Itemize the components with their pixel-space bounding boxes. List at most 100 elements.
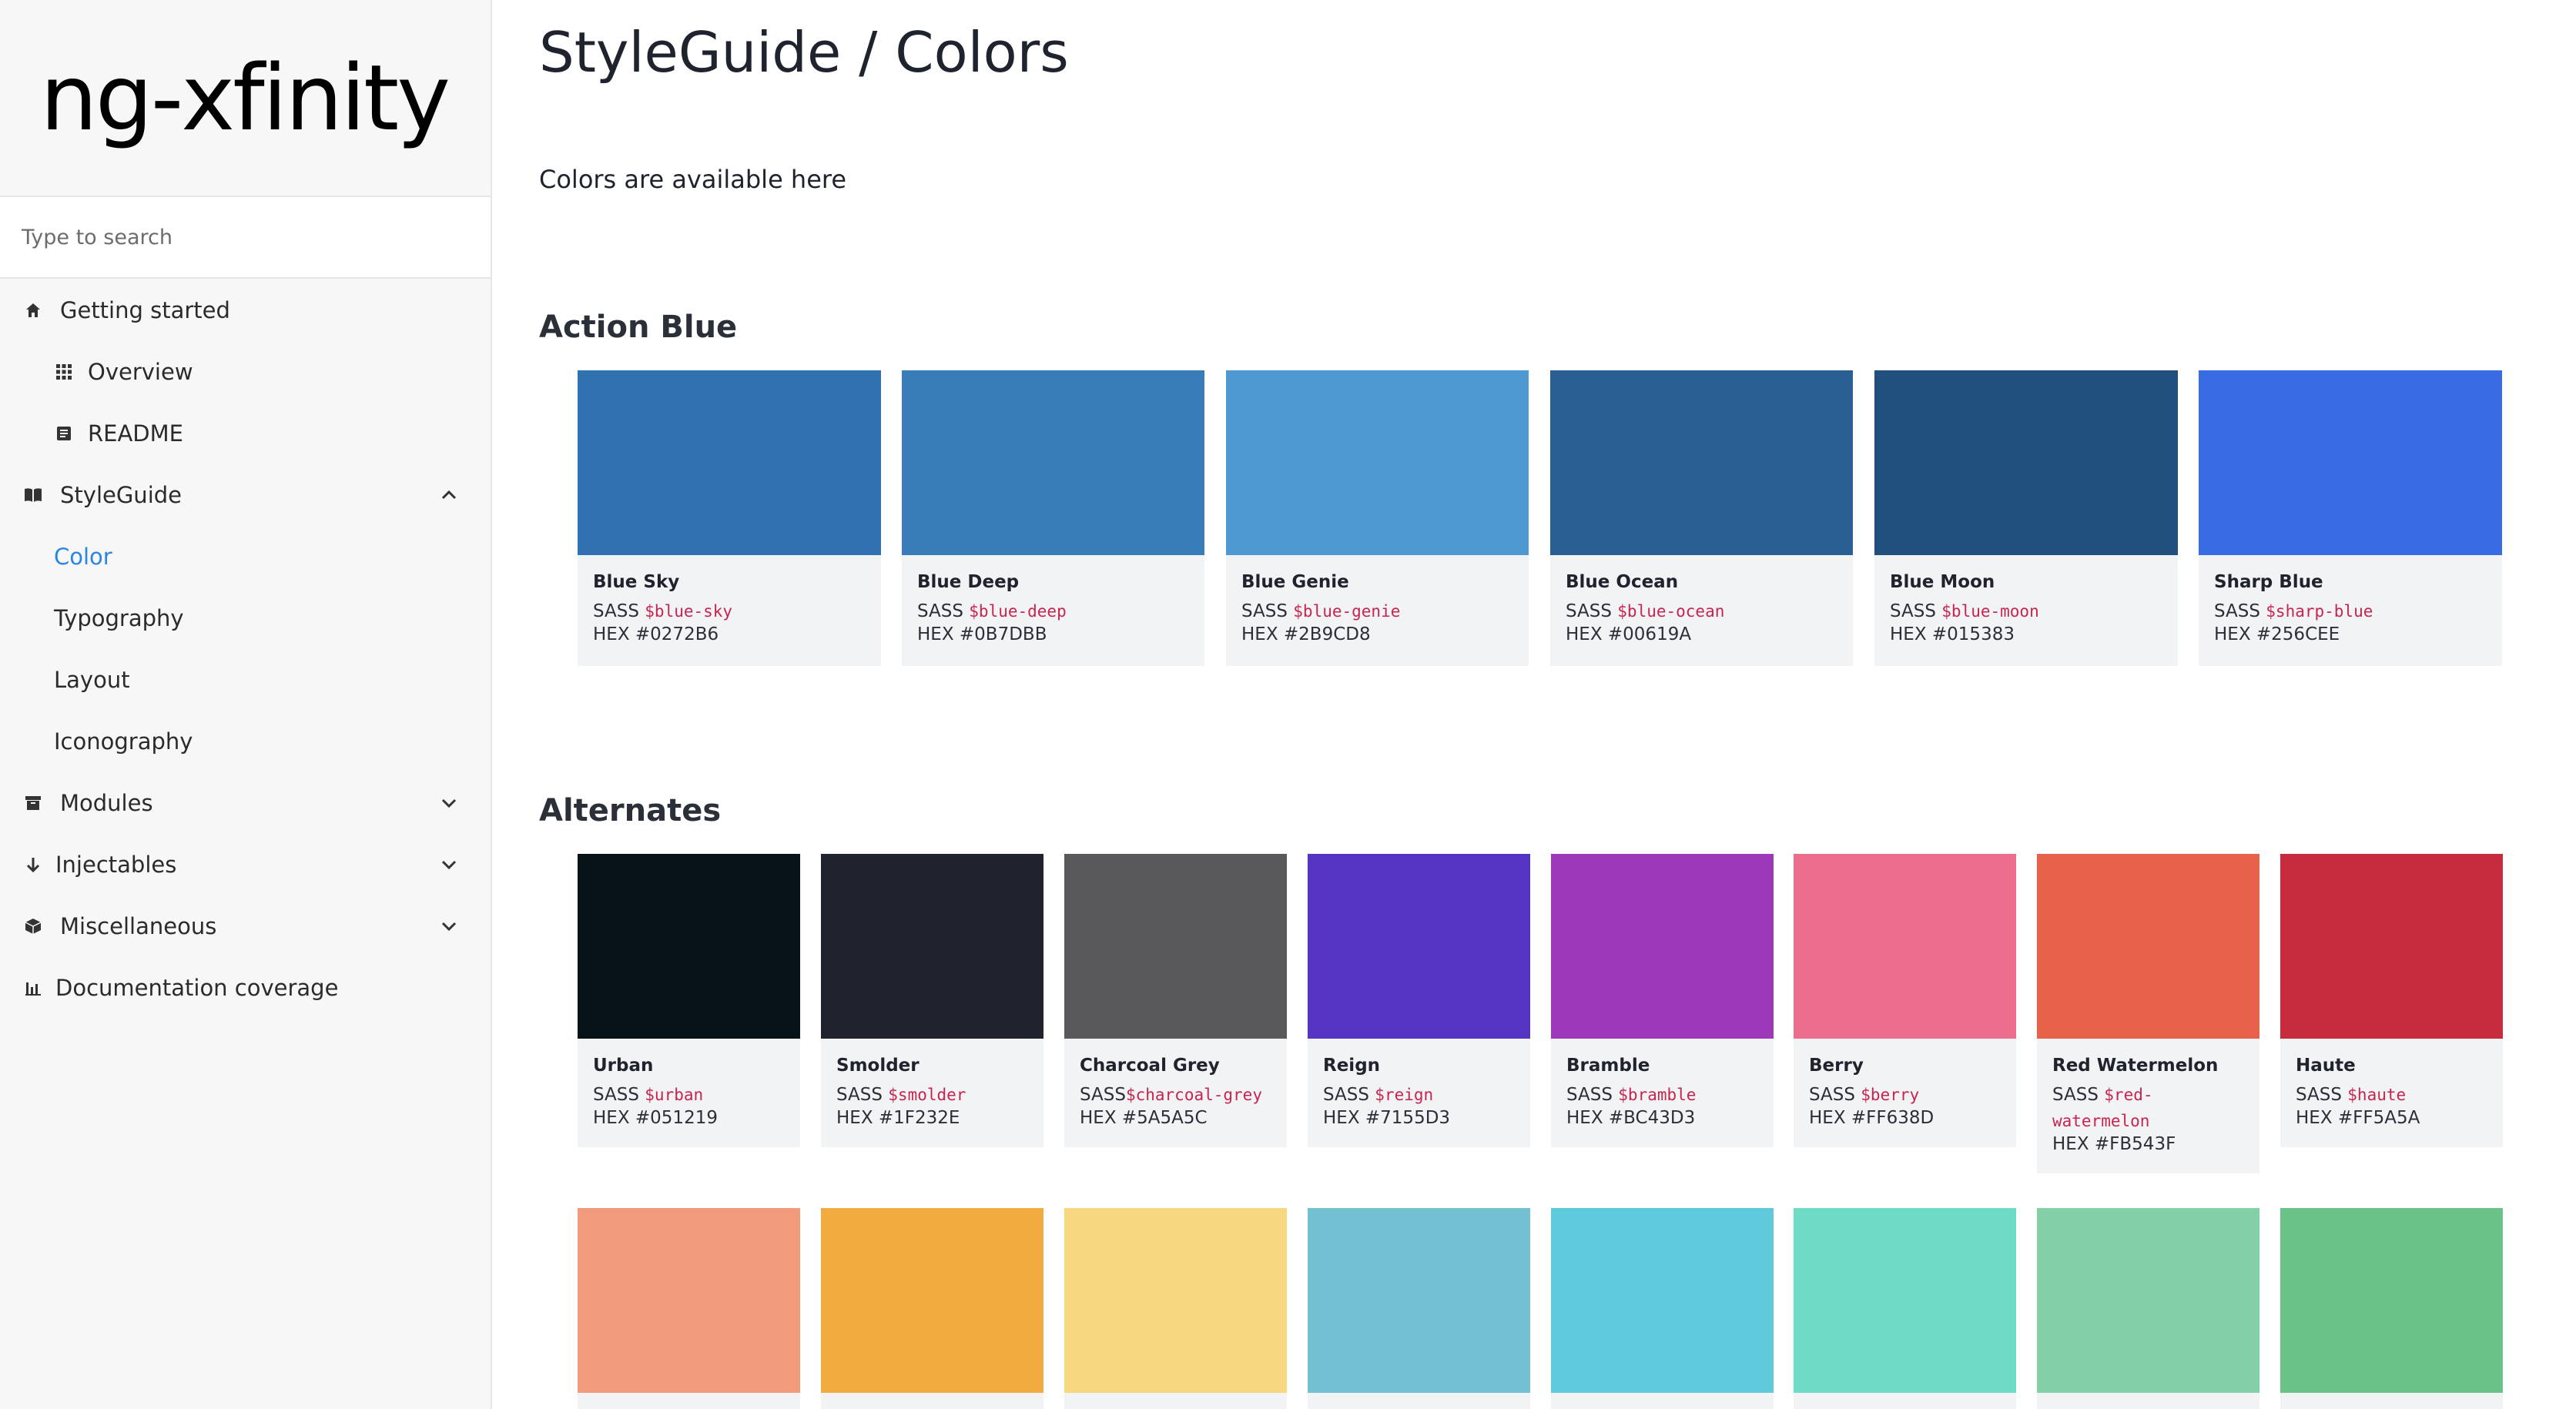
sidebar-item-injectables[interactable]: Injectables [0,842,491,888]
color-hex: HEX #BC43D3 [1566,1108,1696,1128]
color-swatch [1308,1208,1530,1393]
color-card [1551,1208,1774,1409]
color-swatch [2037,854,2259,1039]
color-name: Urban [593,1056,654,1076]
chevron-down-icon[interactable] [438,792,460,814]
color-card [578,1208,800,1409]
color-hex: HEX #00619A [1566,624,1692,644]
color-name: Blue Deep [917,572,1020,592]
color-hex: HEX #015383 [1890,624,2015,644]
home-icon [22,299,45,322]
color-hex: HEX #FF5A5A [2296,1108,2420,1128]
color-hex: HEX #051219 [593,1108,718,1128]
sass-variable: $haute [2347,1086,2407,1104]
sidebar-item-miscellaneous[interactable]: Miscellaneous [0,903,491,949]
sidebar-item-label: Layout [54,667,130,693]
color-card-bramble: Bramble SASS $bramble HEX #BC43D3 [1551,854,1774,1147]
color-swatch [1064,1208,1287,1393]
color-swatch [1550,370,1853,555]
chevron-down-icon[interactable] [438,854,460,875]
color-swatch [1308,854,1530,1039]
color-swatch [1794,1208,2016,1393]
page-title: StyleGuide / Colors [539,20,1069,85]
sidebar-item-modules[interactable]: Modules [0,780,491,826]
color-swatch [2280,854,2503,1039]
color-hex: HEX #1F232E [836,1108,960,1128]
sidebar-item-layout[interactable]: Layout [0,657,491,703]
color-sass: SASS $blue-genie [1241,601,1401,621]
bar-chart-icon [22,976,45,999]
color-sass: SASS $blue-sky [593,601,733,621]
sass-variable: $smolder [888,1086,966,1104]
color-card-reign: Reign SASS $reign HEX #7155D3 [1308,854,1530,1147]
brand-logo[interactable]: ng-xfinity [40,52,451,143]
sidebar-item-readme[interactable]: README [0,410,491,457]
arrow-down-icon [22,853,45,876]
sidebar-item-documentation-coverage[interactable]: Documentation coverage [0,965,491,1011]
sidebar-item-color[interactable]: Color [0,534,491,580]
sidebar-item-label: Color [54,544,112,570]
color-name: Reign [1323,1056,1381,1076]
section-title-alternates: Alternates [539,793,722,828]
sidebar-item-label: Miscellaneous [60,913,217,939]
color-sass: SASS $smolder [836,1085,966,1105]
sidebar-item-iconography[interactable]: Iconography [0,718,491,765]
sidebar-item-overview[interactable]: Overview [0,349,491,395]
color-name: Blue Moon [1890,572,1995,592]
color-swatch [578,854,800,1039]
sass-variable: $urban [645,1086,704,1104]
color-swatch [1874,370,2178,555]
color-card [2280,1208,2503,1409]
sidebar-item-label: Documentation coverage [55,975,339,1001]
color-name: Haute [2296,1056,2356,1076]
color-swatch [2280,1208,2503,1393]
chevron-down-icon[interactable] [438,915,460,937]
color-hex: HEX #0272B6 [593,624,719,644]
color-name: Smolder [836,1056,920,1076]
color-swatch [1551,854,1774,1039]
color-swatch [2037,1208,2259,1393]
color-sass: SASS $red-watermelon [2052,1085,2153,1130]
color-swatch [902,370,1204,555]
sass-variable: $red- [2104,1086,2153,1104]
color-hex: HEX #5A5A5C [1080,1108,1208,1128]
color-sass: SASS $urban [593,1085,704,1105]
color-sass: SASS $blue-ocean [1566,601,1725,621]
sidebar-item-getting-started[interactable]: Getting started [0,287,491,333]
sass-variable: $blue-moon [1941,602,2039,621]
sidebar-item-label: README [88,420,183,447]
color-card-smolder: Smolder SASS $smolder HEX #1F232E [821,854,1043,1147]
color-card-urban: Urban SASS $urban HEX #051219 [578,854,800,1147]
color-card [1308,1208,1530,1409]
color-swatch [2199,370,2502,555]
grid-icon [52,360,75,383]
color-sass: SASS$charcoal-grey [1080,1085,1262,1105]
search-input[interactable] [22,225,453,249]
color-card-blue-genie: Blue Genie SASS $blue-genie HEX #2B9CD8 [1226,370,1529,666]
sass-variable: $blue-deep [969,602,1067,621]
cube-icon [22,915,45,938]
sidebar-item-label: Getting started [60,297,230,323]
sidebar-item-typography[interactable]: Typography [0,595,491,641]
search-bar [0,197,491,279]
color-card [1064,1208,1287,1409]
sidebar-item-styleguide[interactable]: StyleGuide [0,472,491,518]
color-sass: SASS $blue-moon [1890,601,2039,621]
color-sass: SASS $reign [1323,1085,1434,1105]
color-name: Charcoal Grey [1080,1056,1220,1076]
color-sass: SASS $bramble [1566,1085,1697,1105]
sass-variable: $bramble [1618,1086,1697,1104]
color-hex: HEX #FF638D [1809,1108,1935,1128]
color-name: Sharp Blue [2214,572,2323,592]
color-sass: SASS $haute [2296,1085,2407,1105]
book-icon [22,484,45,507]
chevron-up-icon[interactable] [438,484,460,506]
sass-variable: $blue-ocean [1617,602,1725,621]
color-card [2037,1208,2259,1409]
color-hex: HEX #2B9CD8 [1241,624,1371,644]
sidebar-item-label: Typography [54,605,184,631]
logo-area[interactable]: ng-xfinity [0,0,491,197]
sidebar-item-label: Iconography [54,728,193,755]
color-name: Berry [1809,1056,1864,1076]
color-name: Blue Sky [593,572,680,592]
